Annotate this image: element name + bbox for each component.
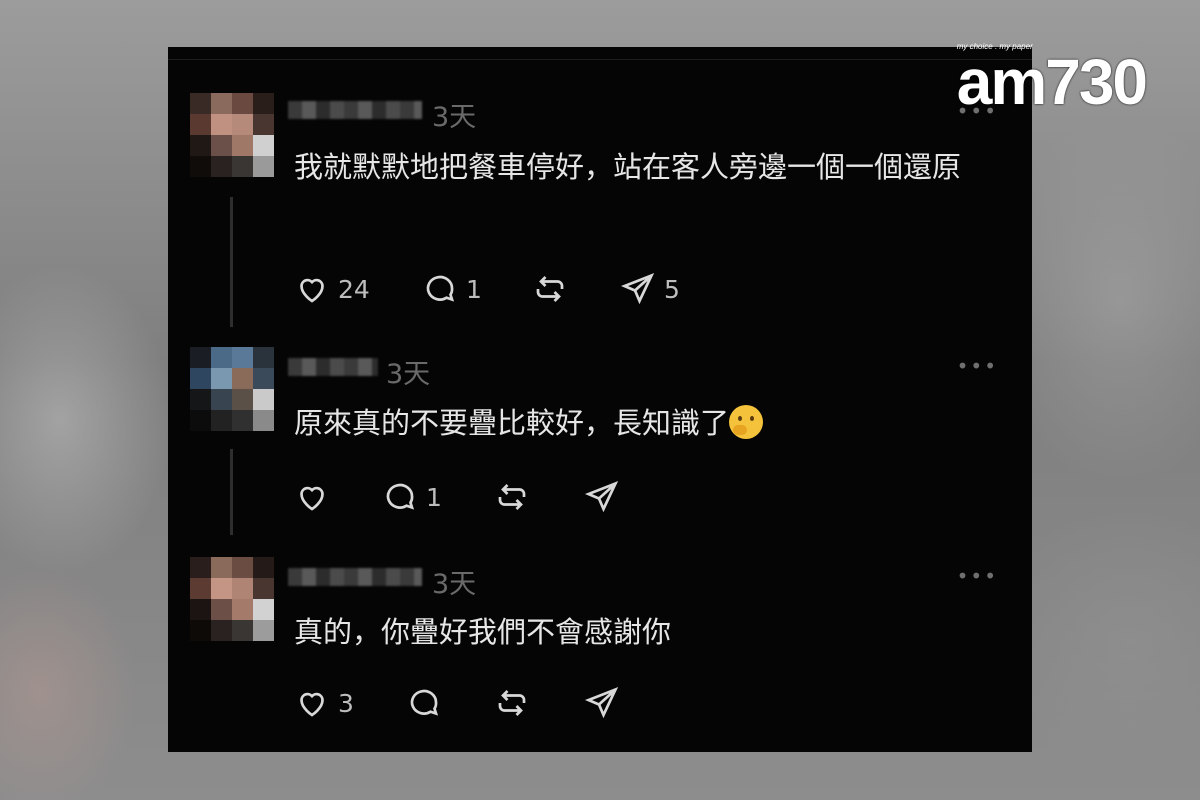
like-button[interactable] <box>294 479 330 515</box>
share-button[interactable]: 5 <box>620 271 680 307</box>
like-count: 3 <box>338 688 354 718</box>
share-count: 5 <box>664 274 680 304</box>
like-button[interactable]: 3 <box>294 685 354 721</box>
like-count: 24 <box>338 274 370 304</box>
share-button[interactable] <box>584 685 620 721</box>
share-icon <box>620 271 656 307</box>
reply-button[interactable]: 1 <box>382 479 442 515</box>
logo-tagline: my choice . my paper <box>956 42 1033 51</box>
post-time: 3天 <box>386 359 431 390</box>
avatar[interactable] <box>190 93 274 177</box>
repost-icon <box>532 271 568 307</box>
like-button[interactable]: 24 <box>294 271 370 307</box>
comment-icon <box>422 271 458 307</box>
repost-icon <box>494 479 530 515</box>
username[interactable] <box>288 568 422 586</box>
share-icon <box>584 685 620 721</box>
comment-icon <box>406 685 442 721</box>
comment-icon <box>382 479 418 515</box>
avatar[interactable] <box>190 347 274 431</box>
post-time: 3天 <box>432 569 477 600</box>
heart-icon <box>294 479 330 515</box>
reply-count: 1 <box>426 482 442 512</box>
post-text: 原來真的不要疊比較好，長知識了 <box>294 401 994 445</box>
post-text: 我就默默地把餐車停好，站在客人旁邊一個一個還原 <box>294 150 962 184</box>
heart-icon <box>294 271 330 307</box>
post-text-content: 原來真的不要疊比較好，長知識了 <box>294 406 730 440</box>
repost-button[interactable] <box>494 479 530 515</box>
repost-button[interactable] <box>532 271 568 307</box>
more-icon[interactable]: ••• <box>957 354 998 378</box>
thread-line <box>230 449 233 535</box>
username[interactable] <box>288 358 378 376</box>
thread-line <box>230 197 233 327</box>
post-text: 真的，你疊好我們不會感謝你 <box>294 615 672 649</box>
reply-button[interactable] <box>406 685 442 721</box>
heart-icon <box>294 685 330 721</box>
avatar[interactable] <box>190 557 274 641</box>
am730-logo: my choice . my paper am730 <box>956 40 1148 118</box>
thinking-face-icon <box>729 405 764 439</box>
username[interactable] <box>288 101 422 119</box>
reply-button[interactable]: 1 <box>422 271 482 307</box>
share-button[interactable] <box>584 479 620 515</box>
repost-icon <box>494 685 530 721</box>
post-time: 3天 <box>432 102 477 133</box>
post-1: 3天 ••• 我就默默地把餐車停好，站在客人旁邊一個一個還原 24 1 5 <box>168 47 1032 347</box>
threads-panel: 3天 ••• 我就默默地把餐車停好，站在客人旁邊一個一個還原 24 1 5 3天… <box>168 47 1032 752</box>
share-icon <box>584 479 620 515</box>
reply-count: 1 <box>466 274 482 304</box>
repost-button[interactable] <box>494 685 530 721</box>
more-icon[interactable]: ••• <box>957 564 998 588</box>
logo-brand: am730 <box>956 46 1148 118</box>
